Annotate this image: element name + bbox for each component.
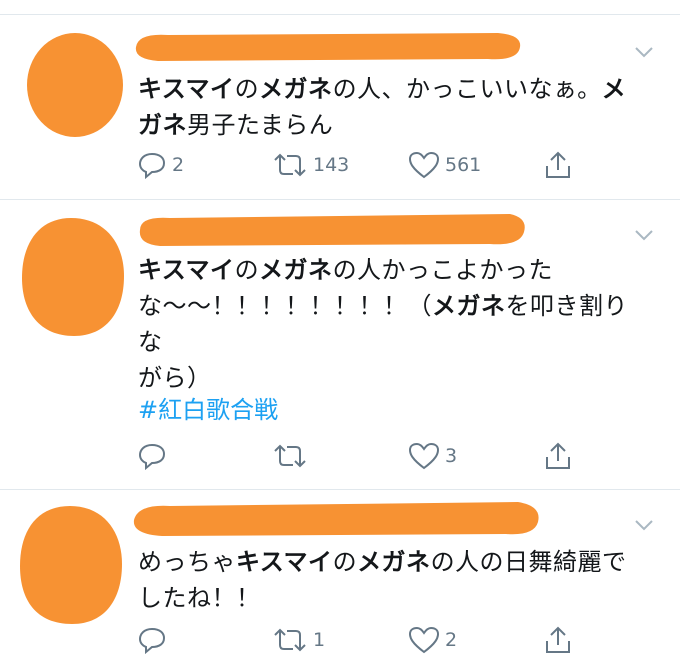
redacted-username[interactable]: [128, 29, 528, 65]
like-count: 3: [445, 445, 458, 467]
retweet-button[interactable]: [272, 436, 313, 476]
retweet-button[interactable]: 1: [272, 620, 325, 660]
retweet-count: 143: [313, 154, 350, 176]
heart-icon: [408, 626, 440, 654]
reply-button[interactable]: [137, 436, 172, 476]
tweet-actions: 3: [0, 436, 680, 476]
like-button[interactable]: 561: [408, 145, 481, 185]
share-button[interactable]: [543, 620, 573, 660]
reply-icon: [138, 152, 166, 179]
tweet-text-line-2: な〜〜！！！！！！！！（メガネを叩き割りな: [138, 292, 628, 356]
heart-icon: [408, 442, 440, 470]
like-button[interactable]: 2: [408, 620, 457, 660]
heart-icon: [408, 151, 440, 179]
share-button[interactable]: [543, 436, 573, 476]
retweet-button[interactable]: 143: [272, 145, 349, 185]
like-button[interactable]: 3: [408, 436, 457, 476]
retweet-icon: [274, 153, 306, 177]
tweet-text-line-1: キスマイのメガネの人かっこよかった: [138, 256, 554, 284]
reply-button[interactable]: 2: [137, 145, 184, 185]
tweet-actions: 2 143 561: [0, 145, 680, 185]
tweet-text-line-1: めっちゃキスマイのメガネの人の日舞綺麗で: [138, 548, 627, 576]
share-icon: [546, 151, 570, 178]
reply-icon: [138, 443, 166, 470]
redacted-avatar[interactable]: [14, 502, 126, 628]
tweet-text-line-3: がら）: [138, 364, 212, 392]
chevron-down-icon[interactable]: [634, 45, 654, 59]
tweet-text: めっちゃキスマイのメガネの人の日舞綺麗で したね！！: [138, 544, 648, 616]
redacted-avatar[interactable]: [16, 214, 128, 340]
retweet-icon: [274, 444, 306, 468]
tweet-text: キスマイのメガネの人、かっこいいなぁ。メ ガネ男子たまらん: [138, 71, 648, 143]
tweet[interactable]: キスマイのメガネの人、かっこいいなぁ。メ ガネ男子たまらん 2 143 561: [0, 14, 680, 199]
redacted-username[interactable]: [130, 210, 530, 250]
share-icon: [546, 442, 570, 469]
tweet[interactable]: めっちゃキスマイのメガネの人の日舞綺麗で したね！！ 1 2: [0, 489, 680, 671]
reply-count: 2: [172, 154, 185, 176]
redacted-avatar[interactable]: [25, 31, 125, 139]
chevron-down-icon[interactable]: [634, 228, 654, 242]
chevron-down-icon[interactable]: [634, 518, 654, 532]
redacted-username[interactable]: [126, 496, 546, 540]
tweet[interactable]: キスマイのメガネの人かっこよかった な〜〜！！！！！！！！（メガネを叩き割りな …: [0, 199, 680, 489]
like-count: 561: [445, 154, 482, 176]
hashtag-link[interactable]: #紅白歌合戦: [138, 392, 278, 428]
reply-icon: [138, 627, 166, 654]
share-icon: [546, 626, 570, 653]
tweet-text-line-2: ガネ男子たまらん: [138, 111, 334, 139]
share-button[interactable]: [543, 145, 573, 185]
tweet-text-line-1: キスマイのメガネの人、かっこいいなぁ。メ: [138, 75, 627, 103]
tweet-text: キスマイのメガネの人かっこよかった な〜〜！！！！！！！！（メガネを叩き割りな …: [138, 252, 648, 396]
tweet-actions: 1 2: [0, 620, 680, 660]
tweet-text-line-2: したね！！: [138, 584, 261, 612]
retweet-count: 1: [313, 629, 326, 651]
retweet-icon: [274, 628, 306, 652]
like-count: 2: [445, 629, 458, 651]
reply-button[interactable]: [137, 620, 172, 660]
